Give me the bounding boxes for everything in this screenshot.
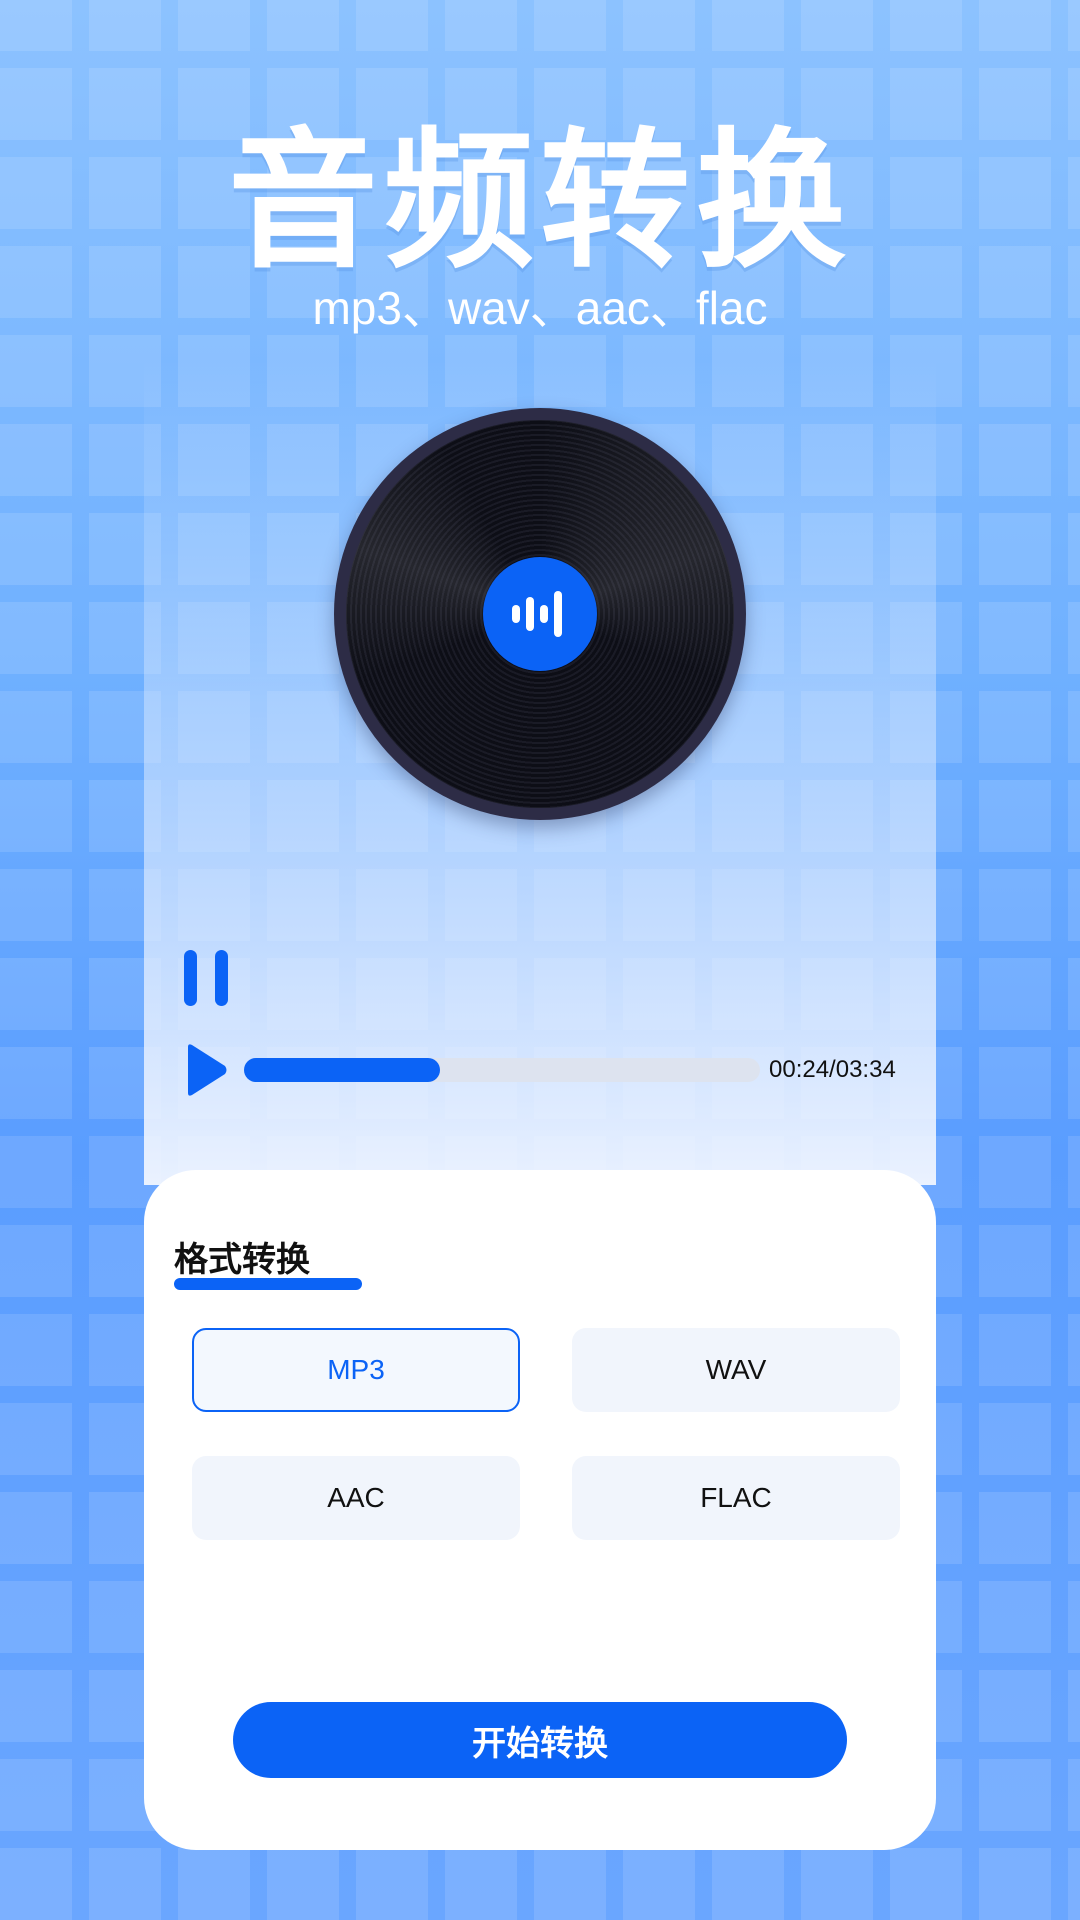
format-option-wav[interactable]: WAV <box>572 1328 900 1412</box>
play-icon[interactable] <box>184 1043 228 1097</box>
start-convert-button[interactable]: 开始转换 <box>233 1702 847 1778</box>
format-option-aac[interactable]: AAC <box>192 1456 520 1540</box>
hero-title: 音频转换 <box>227 115 852 289</box>
pause-icon[interactable] <box>184 950 228 1006</box>
vinyl-record <box>334 408 746 820</box>
progress-bar[interactable] <box>244 1058 760 1082</box>
audio-wave-icon <box>483 557 597 671</box>
section-title: 格式转换 <box>174 1240 310 1280</box>
progress-fill <box>244 1058 441 1082</box>
playback-time: 00:24/03:34 <box>769 1056 896 1083</box>
format-option-mp3[interactable]: MP3 <box>192 1328 520 1412</box>
title-underline <box>174 1278 362 1290</box>
format-converter-card: 格式转换 MP3 WAV AAC FLAC 开始转换 <box>144 1170 936 1850</box>
format-option-flac[interactable]: FLAC <box>572 1456 900 1540</box>
hero-subtitle: mp3、wav、aac、flac <box>312 282 768 334</box>
